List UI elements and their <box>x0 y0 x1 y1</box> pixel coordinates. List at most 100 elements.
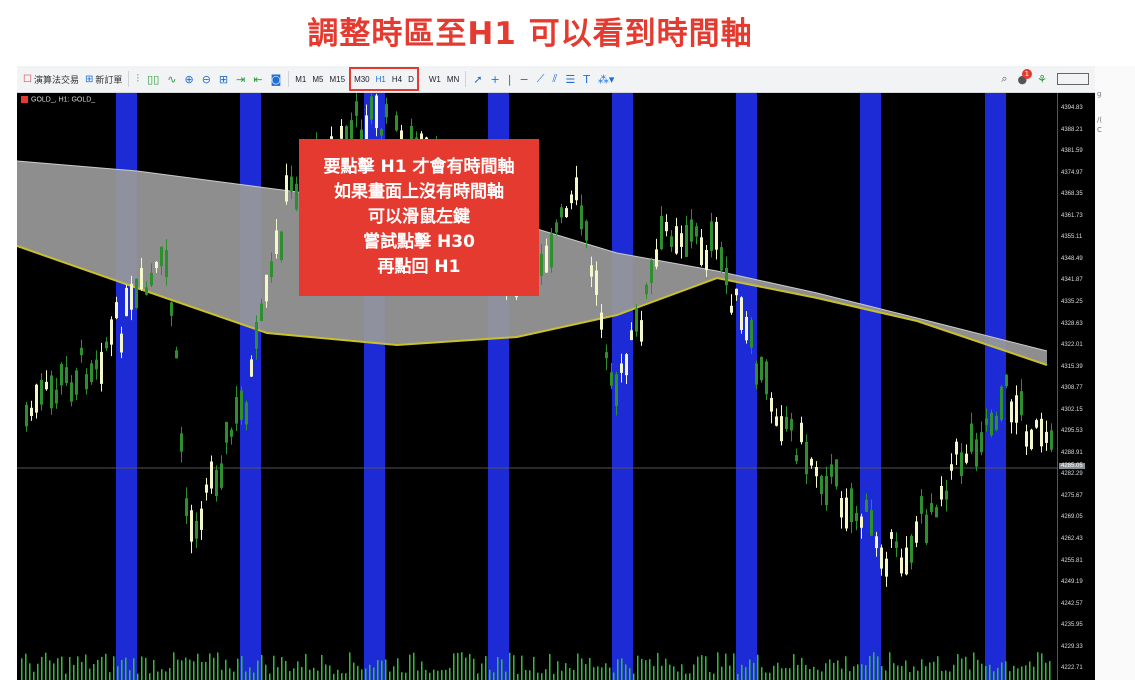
candle-body <box>190 510 193 542</box>
volume-bar <box>397 658 399 680</box>
volume-bar <box>297 661 299 680</box>
volume-bar <box>89 668 91 680</box>
volume-bar <box>665 658 667 680</box>
volume-bar <box>805 664 807 680</box>
candle-body <box>600 312 603 330</box>
volume-bar <box>497 657 499 680</box>
timeframe-m30[interactable]: M30 <box>351 70 373 88</box>
volume-bar <box>329 665 331 680</box>
volume-bar <box>973 652 975 680</box>
screenshot-icon[interactable]: ◙ <box>267 73 286 86</box>
volume-bar <box>865 665 867 680</box>
candle-body <box>155 261 158 269</box>
candle-body <box>720 247 723 271</box>
candle-body <box>885 558 888 577</box>
zoom-out-icon[interactable]: ⊖ <box>198 73 215 86</box>
volume-bar <box>205 661 207 680</box>
price-tick: 4262.43 <box>1061 536 1083 542</box>
bar-chart-icon[interactable]: ⫶ <box>132 72 143 86</box>
text-tool-icon[interactable]: T <box>579 73 594 86</box>
candle-body <box>760 356 763 381</box>
volume-bar <box>817 669 819 680</box>
candle-body <box>780 416 783 442</box>
horizontal-line-icon[interactable]: − <box>515 73 532 86</box>
volume-bar <box>725 653 727 680</box>
zoom-in-icon[interactable]: ⊕ <box>180 73 197 86</box>
volume-bar <box>93 663 95 680</box>
candle-body <box>590 265 593 277</box>
candle-body <box>285 175 288 202</box>
candle-body <box>235 396 238 424</box>
signal-icon[interactable]: ⚘ <box>1033 73 1051 86</box>
volume-bar <box>449 667 451 680</box>
timeframe-w1[interactable]: W1 <box>426 70 444 88</box>
candle-body <box>90 363 93 382</box>
shapes-icon[interactable]: ⁂▾ <box>594 73 619 86</box>
candle-body <box>575 177 578 201</box>
candle-body <box>1005 374 1008 387</box>
toolbar-separator <box>465 71 467 87</box>
auto-scroll-icon[interactable]: ⇥ <box>232 73 249 86</box>
volume-bar <box>565 663 567 680</box>
price-tick: 4288.91 <box>1061 449 1083 456</box>
volume-bar <box>529 670 531 680</box>
volume-bar <box>473 658 475 680</box>
trend-line-icon[interactable]: ⟋ <box>533 72 549 86</box>
notifications-icon[interactable]: ● 1 <box>1012 68 1034 86</box>
candle-body <box>370 96 373 120</box>
candle-body <box>710 221 713 251</box>
volume-bar <box>933 661 935 680</box>
timeframe-m5[interactable]: M5 <box>309 70 326 88</box>
cursor-icon[interactable]: ➚ <box>469 73 486 86</box>
volume-bar <box>953 664 955 680</box>
candle-body <box>545 245 548 273</box>
chart-shift-icon[interactable]: ⇤ <box>249 73 266 86</box>
candle-body <box>275 230 278 254</box>
timeframe-h1[interactable]: H1 <box>373 70 389 88</box>
volume-bar <box>429 672 431 680</box>
timeframe-m15[interactable]: M15 <box>327 70 349 88</box>
search-icon[interactable]: ⌕ <box>997 72 1011 86</box>
channel-icon[interactable]: ⫽ <box>548 72 561 86</box>
volume-bar <box>313 667 315 680</box>
line-chart-icon[interactable]: ∿ <box>163 73 180 86</box>
volume-bar <box>325 664 327 680</box>
volume-bar <box>113 656 115 680</box>
timeframe-d[interactable]: D <box>405 70 417 88</box>
volume-bar <box>897 665 899 680</box>
volume-bar <box>917 670 919 680</box>
timeframe-mn[interactable]: MN <box>444 70 462 88</box>
volume-bar <box>109 672 111 680</box>
candle-body <box>945 490 948 500</box>
volume-bar <box>169 668 171 680</box>
volume-bar <box>969 669 971 680</box>
volume-bar <box>381 660 383 680</box>
algo-trading-button[interactable]: ☐ 演算法交易 <box>20 69 82 89</box>
candle-body <box>785 416 788 429</box>
candle-body <box>1040 418 1043 447</box>
candle-body <box>130 283 133 310</box>
candle-body <box>730 305 733 313</box>
crosshair-icon[interactable]: + <box>487 73 504 86</box>
candle-body <box>740 297 743 330</box>
grid-icon[interactable]: ⊞ <box>215 73 232 86</box>
volume-bar <box>337 669 339 680</box>
candle-body <box>1000 386 1003 420</box>
vertical-line-icon[interactable]: | <box>504 73 516 86</box>
timeframe-m1[interactable]: M1 <box>292 70 309 88</box>
volume-bar <box>797 664 799 680</box>
price-tick: 4381.59 <box>1061 148 1083 155</box>
volume-bar <box>729 665 731 680</box>
fibonacci-icon[interactable]: ☰ <box>561 73 579 86</box>
volume-bar <box>977 659 979 680</box>
price-tick: 4255.81 <box>1061 557 1083 564</box>
new-order-button[interactable]: ⊞ 新訂單 <box>82 69 125 89</box>
volume-bar <box>697 656 699 680</box>
timeframe-h4[interactable]: H4 <box>389 70 405 88</box>
notification-badge: 1 <box>1021 68 1033 79</box>
candle-body <box>175 350 178 359</box>
volume-bar <box>457 652 459 680</box>
volume-bar <box>873 652 875 680</box>
volume-bar <box>445 669 447 680</box>
candlestick-icon[interactable]: ▯▯ <box>143 73 163 86</box>
